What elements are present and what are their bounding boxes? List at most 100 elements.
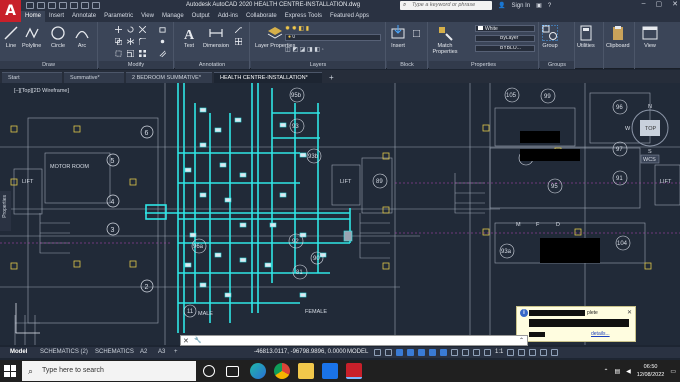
scale-icon[interactable] [127,50,134,57]
cortana-icon[interactable] [203,365,215,377]
grid-icon[interactable] [374,349,381,356]
autocad-application-button[interactable]: A [0,0,21,22]
notification-balloon[interactable]: i plete details... ✕ [516,306,636,342]
file-tab-2-bedroom-summative[interactable]: 2 BEDROOM SUMMATIVE* [126,72,212,83]
chrome-icon[interactable] [274,363,290,379]
lineweight-icon[interactable] [451,349,458,356]
isodraft-icon[interactable] [418,349,425,356]
ortho-icon[interactable] [396,349,403,356]
viewcube-west[interactable]: W [625,126,631,132]
new-icon[interactable] [26,2,34,9]
arc-tool[interactable]: Arc [74,25,90,49]
user-icon[interactable]: 👤 [498,2,505,9]
isolate-objects-icon[interactable] [518,349,526,356]
text-tool[interactable]: A Text [181,25,197,49]
save-as-icon[interactable] [59,2,67,9]
stretch-icon[interactable] [115,50,122,57]
workspace-switching-icon[interactable] [507,349,515,356]
dimension-tool[interactable]: Dimension [203,25,229,49]
object-snap-icon[interactable] [440,349,447,356]
view-tool[interactable]: View [642,25,658,49]
tab-annotate[interactable]: Annotate [68,11,100,22]
close-icon[interactable]: ✕ [183,337,189,345]
autocad-taskbar-icon[interactable] [346,363,362,379]
layout-tab-schematics-2[interactable]: SCHEMATICS (2) [40,347,88,358]
utilities-tool[interactable]: Utilities [577,25,595,49]
clean-screen-icon[interactable] [540,349,548,356]
undo-icon[interactable] [81,2,89,9]
tab-collaborate[interactable]: Collaborate [242,11,281,22]
viewcube-north[interactable]: N [648,104,652,110]
insert-tool[interactable]: Insert [390,25,406,49]
group-tool[interactable]: Group [542,25,558,49]
file-tab-health-centre[interactable]: HEALTH CENTRE-INSTALLATION* [214,72,322,83]
selection-cycling-icon[interactable] [473,349,480,356]
new-tab-icon[interactable]: + [324,72,339,83]
chevron-up-icon[interactable]: ⌃ [603,368,608,375]
leader-icon[interactable] [235,26,242,33]
viewcube-south[interactable]: S [648,149,652,155]
open-icon[interactable] [37,2,45,9]
layout-tab-a2[interactable]: A2 [140,347,147,358]
cart-icon[interactable]: ▣ [536,2,542,9]
tab-home[interactable]: Home [21,11,46,22]
create-block-icon[interactable] [413,30,420,37]
trim-icon[interactable] [139,26,146,33]
layer-dropdown[interactable]: ● 0 [285,34,381,41]
tab-view[interactable]: View [137,11,158,22]
match-properties-tool[interactable]: Match Properties [432,25,458,55]
minimize-icon[interactable]: – [642,0,646,8]
mail-icon[interactable] [322,363,338,379]
model-space-button[interactable]: MODEL [347,349,368,355]
task-view-icon[interactable] [226,366,239,377]
annotation-scale[interactable]: 1:1 [495,349,503,356]
layout-tab-a3[interactable]: A3 [158,347,165,358]
tab-add-ins[interactable]: Add-ins [214,11,242,22]
file-tab-start[interactable]: Start [2,72,62,83]
linetype-dropdown[interactable]: ByLayer [475,35,535,42]
layer-state-icons[interactable]: ✹ ✹ ◧ ▮ [285,25,309,32]
rotate-icon[interactable] [127,26,134,33]
polyline-tool[interactable]: Polyline [22,25,41,49]
coordinates-readout[interactable]: -46813.0117, -96798.9896, 0.0000 [254,349,346,355]
lineweight-dropdown[interactable]: BYBLO... [475,45,535,52]
properties-palette-tab[interactable]: Properties [0,191,11,231]
close-icon[interactable]: ✕ [627,309,632,316]
hardware-acceleration-icon[interactable] [529,349,537,356]
tab-output[interactable]: Output [188,11,214,22]
transparency-icon[interactable] [462,349,469,356]
windows-start-icon[interactable] [4,365,16,377]
edge-icon[interactable] [250,363,266,379]
circle-tool[interactable]: Circle [50,25,66,49]
help-icon[interactable]: ? [548,3,551,9]
close-icon[interactable]: ✕ [672,0,678,8]
object-snap-tracking-icon[interactable] [429,349,436,356]
explode-icon[interactable] [159,38,166,45]
tab-featured-apps[interactable]: Featured Apps [326,11,373,22]
search-input[interactable]: ⌕ Type a keyword or phrase [400,1,492,10]
layout-tab-schematics[interactable]: SCHEMATICS [95,347,134,358]
notification-center-icon[interactable]: ▭ [670,368,676,375]
wrench-icon[interactable]: 🔧 [194,337,201,344]
tab-manage[interactable]: Manage [158,11,188,22]
layer-tools-icons[interactable]: ◫ ◩ ◪ ◨ ◧ ◦ [285,46,324,53]
viewport-controls[interactable]: [–][Top][2D Wireframe] [14,88,69,94]
tab-express-tools[interactable]: Express Tools [281,11,326,22]
fillet-icon[interactable] [139,38,146,45]
file-tab-summative[interactable]: Summative* [64,72,124,83]
file-explorer-icon[interactable] [298,363,314,379]
redo-icon[interactable] [92,2,100,9]
chevron-up-icon[interactable]: ⌃ [519,337,524,344]
line-tool[interactable]: Line [3,25,19,49]
table-icon[interactable] [235,38,242,45]
tab-parametric[interactable]: Parametric [100,11,137,22]
plot-icon[interactable] [70,2,78,9]
color-dropdown[interactable]: White [475,25,535,32]
tab-insert[interactable]: Insert [45,11,68,22]
clock[interactable]: 06:50 12/08/2022 [637,363,665,379]
network-icon[interactable]: ▤ [615,368,621,375]
command-line-input[interactable]: ✕ 🔧 ⌃ [180,335,528,346]
add-layout-icon[interactable]: + [174,347,178,358]
snap-icon[interactable] [385,349,392,356]
customization-icon[interactable] [551,349,559,356]
